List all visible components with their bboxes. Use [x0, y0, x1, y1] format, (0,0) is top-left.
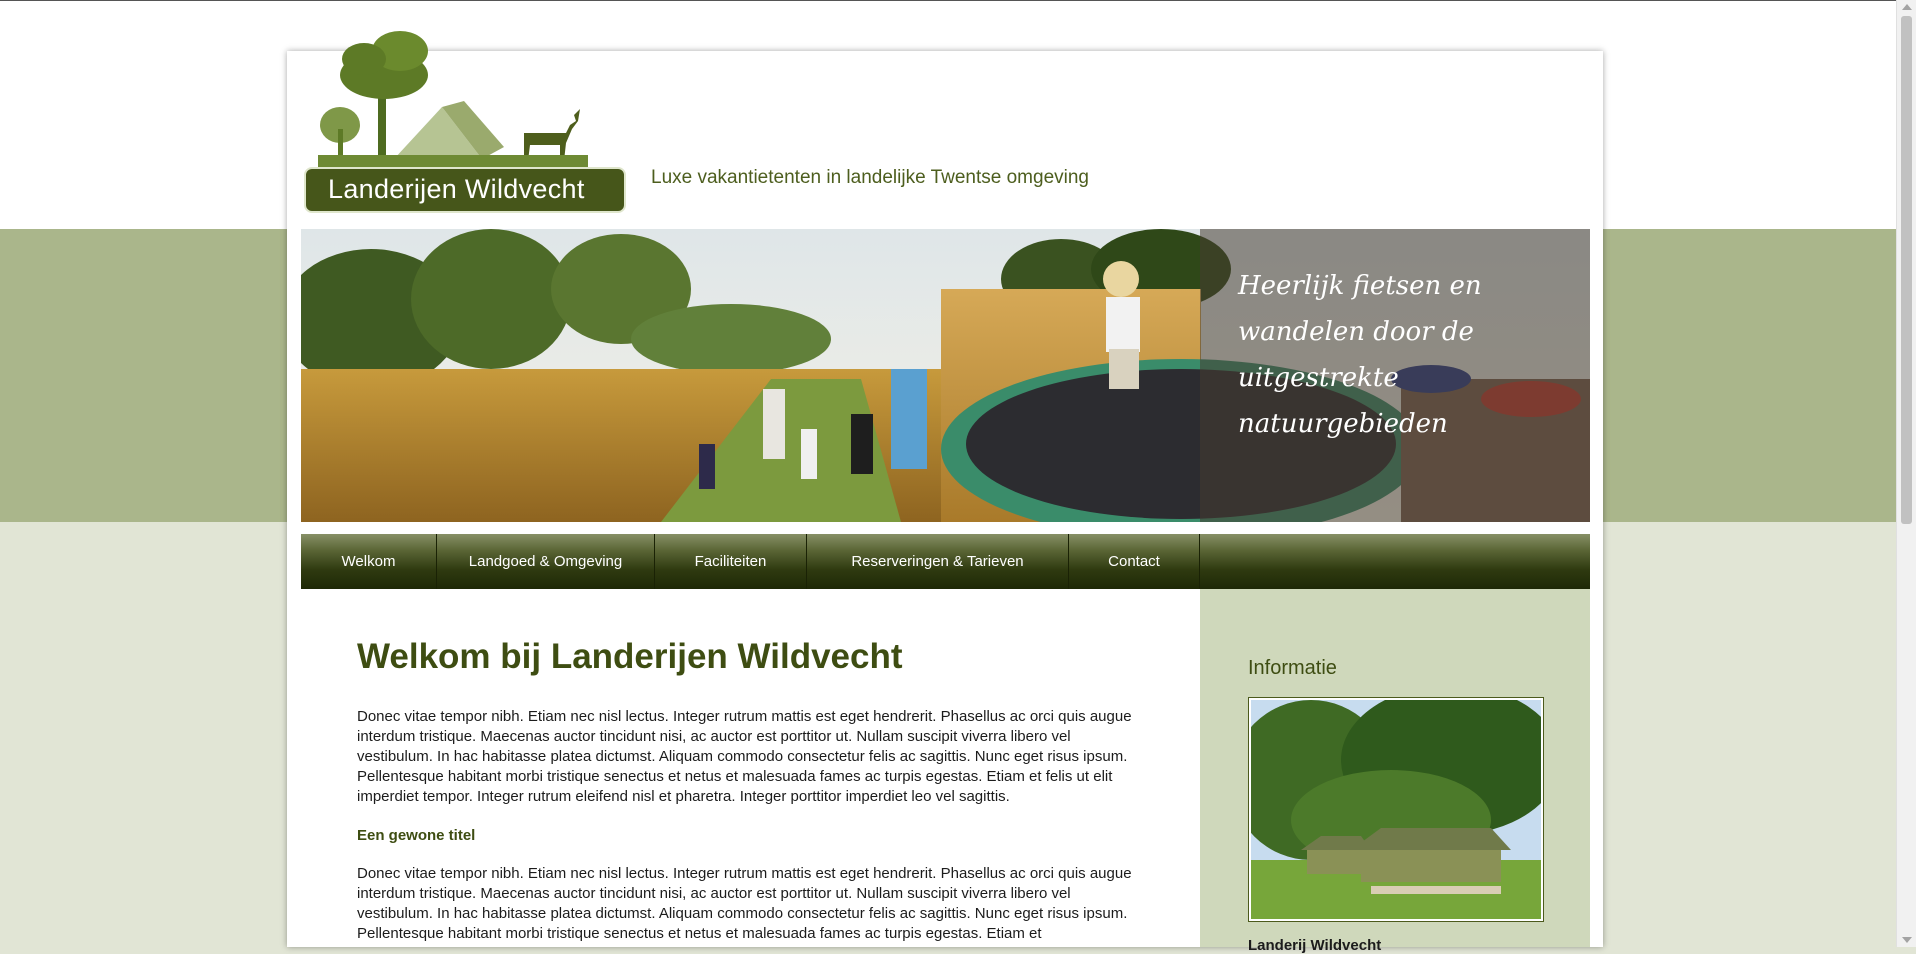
- banner-caption-overlay: Heerlijk fietsen en wandelen door de uit…: [1200, 229, 1590, 522]
- intro-paragraph: Donec vitae tempor nibh. Etiam nec nisl …: [357, 708, 1132, 805]
- scroll-up-icon[interactable]: [1902, 4, 1912, 10]
- site-tagline: Luxe vakantietenten in landelijke Twents…: [651, 167, 1089, 188]
- section-subheading: Een gewone titel: [357, 827, 476, 844]
- nav-item-reserveringen-tarieven[interactable]: Reserveringen & Tarieven: [807, 534, 1069, 589]
- hero-banner: Heerlijk fietsen en wandelen door de uit…: [301, 229, 1590, 522]
- nav-item-landgoed-omgeving[interactable]: Landgoed & Omgeving: [437, 534, 655, 589]
- vertical-scrollbar[interactable]: [1896, 0, 1916, 947]
- sidebar-photo[interactable]: [1231, 685, 1561, 922]
- site-logo[interactable]: Landerijen Wildvecht: [304, 29, 644, 224]
- page-title: Welkom bij Landerijen Wildvecht: [357, 637, 903, 676]
- page-container: Landerijen Wildvecht Luxe vakantietenten…: [287, 31, 1603, 954]
- info-sidebar: Informatie Landerij Wildvecht: [1200, 589, 1590, 954]
- sidebar-caption: Landerij Wildvecht: [1248, 937, 1382, 954]
- logo-text: Landerijen Wildvecht: [328, 174, 585, 204]
- nav-item-contact[interactable]: Contact: [1069, 534, 1200, 589]
- logo-illustration-icon: [318, 31, 588, 167]
- nav-item-welkom[interactable]: Welkom: [301, 534, 437, 589]
- main-content: Welkom bij Landerijen Wildvecht Donec vi…: [357, 637, 1157, 944]
- body-paragraph: Donec vitae tempor nibh. Etiam nec nisl …: [357, 865, 1132, 942]
- nav-item-faciliteiten[interactable]: Faciliteiten: [655, 534, 807, 589]
- tent-photo: [1231, 685, 1561, 919]
- main-navigation: Welkom Landgoed & Omgeving Faciliteiten …: [301, 534, 1590, 589]
- scroll-down-icon[interactable]: [1902, 937, 1912, 943]
- scroll-thumb[interactable]: [1901, 16, 1912, 524]
- sidebar-title: Informatie: [1248, 657, 1337, 679]
- banner-caption: Heerlijk fietsen en wandelen door de uit…: [1238, 271, 1482, 439]
